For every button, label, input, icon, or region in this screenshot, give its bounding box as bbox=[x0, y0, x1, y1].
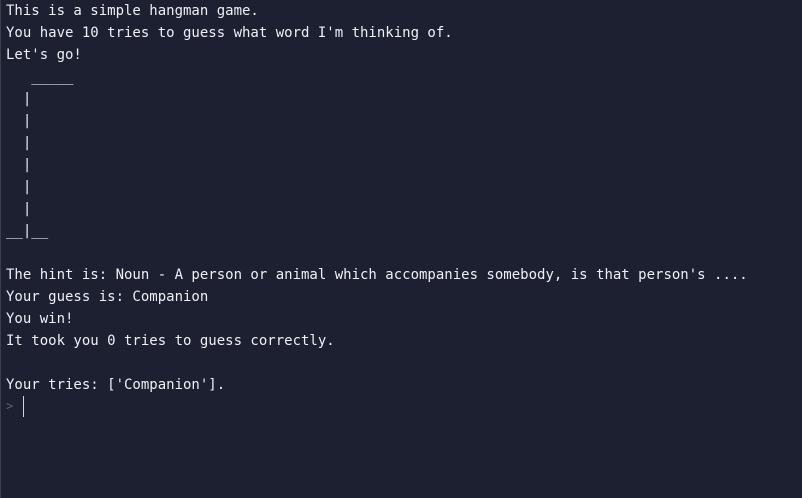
gallows-line: | bbox=[6, 113, 32, 129]
prompt-chevron-icon: > bbox=[6, 399, 14, 413]
result-line: You win! bbox=[6, 311, 74, 327]
gallows-line: | bbox=[6, 135, 32, 151]
gallows-line: _____ bbox=[6, 69, 74, 85]
tries-count-line: It took you 0 tries to guess correctly. bbox=[6, 333, 335, 349]
gallows-line: | bbox=[6, 179, 32, 195]
hint-line: The hint is: Noun - A person or animal w… bbox=[6, 267, 748, 283]
output-line: Let's go! bbox=[6, 47, 82, 63]
text-cursor bbox=[23, 395, 24, 417]
gallows-line: __|__ bbox=[6, 223, 49, 239]
tries-list-line: Your tries: ['Companion']. bbox=[6, 377, 226, 393]
gallows-line: | bbox=[6, 201, 32, 217]
terminal-output: This is a simple hangman game. You have … bbox=[6, 0, 748, 396]
output-line: This is a simple hangman game. bbox=[6, 3, 259, 19]
output-line: You have 10 tries to guess what word I'm… bbox=[6, 25, 453, 41]
gallows-line: | bbox=[6, 157, 32, 173]
guess-line: Your guess is: Companion bbox=[6, 289, 209, 305]
terminal-window[interactable]: This is a simple hangman game. You have … bbox=[0, 0, 802, 498]
input-prompt[interactable]: > bbox=[6, 395, 24, 417]
gallows-line: | bbox=[6, 91, 32, 107]
